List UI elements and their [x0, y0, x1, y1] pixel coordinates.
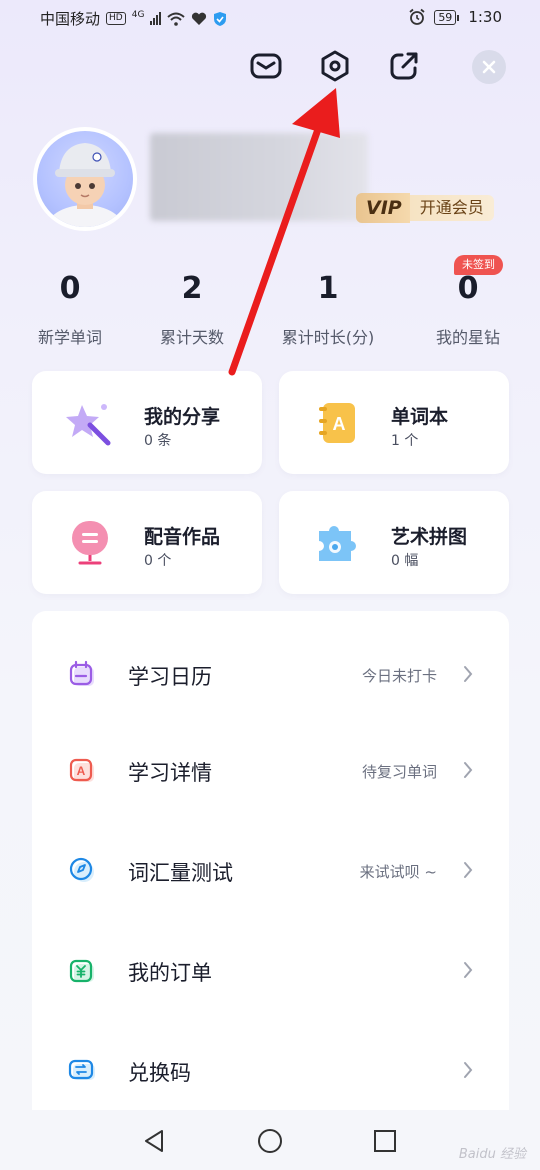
- alarm-icon: [409, 8, 425, 25]
- card-title: 单词本: [391, 406, 449, 428]
- share-icon[interactable]: [386, 48, 422, 84]
- card-count: 0 条: [144, 433, 172, 449]
- shield-icon: [214, 11, 227, 26]
- menu-item-redeem-code[interactable]: 兑换码: [32, 1022, 509, 1118]
- chevron-right-icon: [464, 1062, 473, 1078]
- signal-icon: [150, 12, 162, 25]
- calendar-icon: [69, 660, 94, 686]
- card-title: 我的分享: [144, 406, 221, 428]
- chevron-right-icon: [464, 862, 473, 878]
- menu-item-vocab-test[interactable]: 词汇量测试 来试试呗 ~: [32, 822, 509, 918]
- back-icon[interactable]: [142, 1128, 168, 1154]
- stat-label: 累计天数: [159, 328, 224, 347]
- watermark: Baidu 经验: [458, 1147, 526, 1162]
- stat-label: 新学单词: [37, 328, 102, 347]
- stat-value: 0: [59, 271, 81, 306]
- menu-label: 我的订单: [128, 961, 212, 985]
- svg-text:A: A: [333, 414, 346, 434]
- menu-status: 来试试呗 ~: [359, 863, 437, 881]
- vip-logo: VIP: [356, 193, 410, 223]
- card-count: 0 个: [144, 553, 172, 569]
- menu-item-study-calendar[interactable]: 学习日历 今日未打卡: [32, 626, 509, 722]
- menu-label: 学习日历: [128, 665, 212, 689]
- unsigned-badge: 未签到: [454, 255, 503, 275]
- username-blurred: [150, 133, 368, 221]
- network-type: 4G: [131, 9, 145, 20]
- stat-value: 0: [457, 271, 479, 306]
- status-bar: 中国移动 HD 4G 59 1:30: [0, 0, 540, 36]
- menu-label: 学习详情: [128, 761, 212, 785]
- settings-icon[interactable]: [317, 48, 353, 84]
- wordbook-icon: A: [319, 403, 355, 443]
- microphone-icon: [72, 521, 108, 565]
- stat-star-diamonds[interactable]: 0 我的星钻: [408, 270, 528, 348]
- stat-total-days[interactable]: 2 累计天数: [132, 270, 252, 348]
- stat-value: 1: [317, 271, 339, 306]
- study-detail-icon: A: [69, 758, 94, 782]
- battery-icon: 59: [434, 9, 460, 25]
- stat-value: 2: [181, 271, 203, 306]
- chevron-right-icon: [464, 666, 473, 682]
- system-nav-bar: Baidu 经验: [0, 1110, 540, 1170]
- card-my-share[interactable]: 我的分享 0 条: [32, 371, 262, 474]
- card-title: 艺术拼图: [391, 526, 468, 548]
- stat-label: 我的星钻: [435, 328, 500, 347]
- status-left: 中国移动 HD 4G: [40, 8, 227, 29]
- recents-icon[interactable]: [372, 1128, 398, 1154]
- menu-item-my-orders[interactable]: 我的订单: [32, 922, 509, 1018]
- hd-badge: HD: [106, 12, 126, 25]
- magic-wand-icon: [66, 404, 111, 446]
- menu-item-study-details[interactable]: A 学习详情 待复习单词: [32, 722, 509, 818]
- chevron-right-icon: [464, 962, 473, 978]
- avatar-image: [37, 131, 133, 227]
- puzzle-icon: [319, 526, 356, 561]
- mail-icon[interactable]: [248, 48, 284, 84]
- menu-list: 学习日历 今日未打卡 A 学习详情 待复习单词 词汇量测试 来试试呗 ~ 我的订…: [32, 611, 509, 1121]
- order-icon: [69, 959, 94, 983]
- redeem-icon: [68, 1059, 95, 1080]
- status-right: 59 1:30: [408, 8, 502, 26]
- compass-icon: [69, 857, 94, 882]
- wifi-icon: [167, 12, 186, 26]
- clock-time: 1:30: [468, 8, 502, 26]
- menu-label: 词汇量测试: [128, 861, 233, 885]
- vip-membership-button[interactable]: VIP 开通会员: [356, 193, 494, 223]
- home-icon[interactable]: [257, 1128, 283, 1154]
- card-count: 1 个: [391, 433, 419, 449]
- card-count: 0 幅: [391, 553, 419, 569]
- vip-cta-label: 开通会员: [409, 195, 494, 221]
- close-icon[interactable]: [472, 50, 506, 84]
- card-title: 配音作品: [144, 526, 221, 548]
- heart-rate-icon: [192, 12, 207, 25]
- card-dubbing-works[interactable]: 配音作品 0 个: [32, 491, 262, 594]
- stat-total-minutes[interactable]: 1 累计时长(分): [268, 270, 388, 348]
- menu-status: 待复习单词: [361, 763, 437, 781]
- card-wordbook[interactable]: A 单词本 1 个: [279, 371, 509, 474]
- avatar[interactable]: [33, 127, 137, 231]
- svg-text:A: A: [77, 764, 86, 778]
- chevron-right-icon: [464, 762, 473, 778]
- menu-status: 今日未打卡: [361, 667, 437, 685]
- stat-new-words[interactable]: 0 新学单词: [10, 270, 130, 348]
- stat-label: 累计时长(分): [281, 328, 375, 347]
- card-art-puzzle[interactable]: 艺术拼图 0 幅: [279, 491, 509, 594]
- menu-label: 兑换码: [128, 1061, 191, 1085]
- carrier-name: 中国移动: [40, 10, 101, 28]
